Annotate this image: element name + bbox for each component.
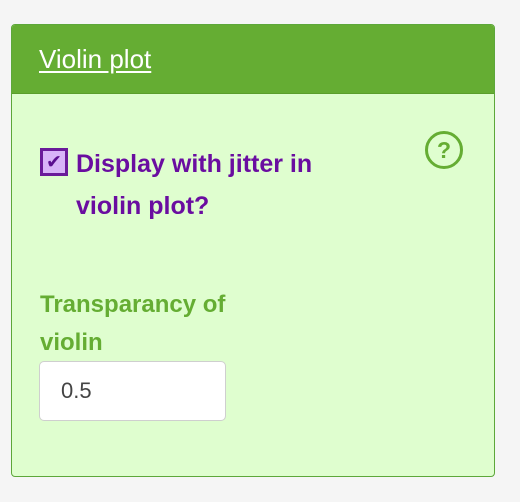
transparency-label: Transparancy of violin [40, 291, 226, 356]
panel-body: ✔ Display with jitter in violin plot? ? … [12, 94, 494, 476]
transparency-input[interactable] [39, 361, 226, 421]
panel-title-link[interactable]: Violin plot [39, 44, 151, 75]
violin-plot-panel: Violin plot ✔ Display with jitter in vio… [11, 24, 495, 477]
jitter-checkbox-label[interactable]: Display with jitter in violin plot? [76, 143, 380, 227]
panel-header: Violin plot [12, 25, 494, 94]
help-circle-icon[interactable]: ? [425, 131, 463, 169]
checkmark-icon: ✔ [46, 151, 62, 173]
jitter-checkbox-row[interactable]: ✔ Display with jitter in violin plot? [40, 144, 380, 227]
jitter-checkbox[interactable]: ✔ [40, 148, 68, 176]
